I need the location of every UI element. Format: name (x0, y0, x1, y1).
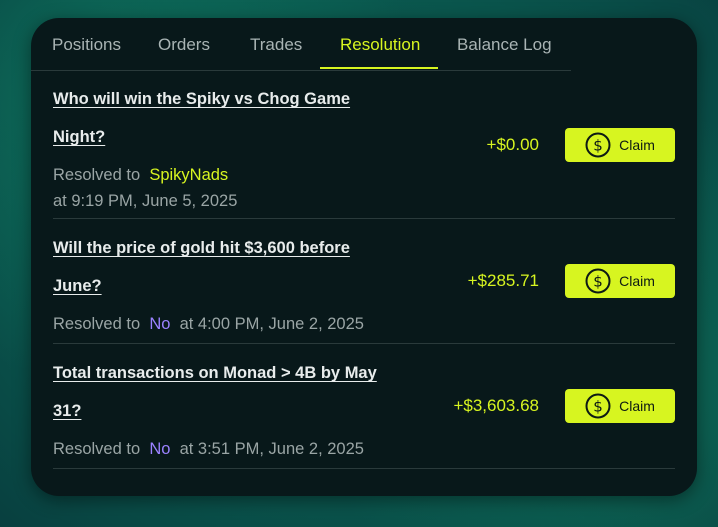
resolved-time: at 9:19 PM, June 5, 2025 (53, 192, 238, 210)
claim-button[interactable]: $ Claim (565, 389, 675, 423)
tab-balance-log[interactable]: Balance Log (457, 18, 552, 70)
resolved-line: Resolved to No at 3:51 PM, June 2, 2025 (53, 440, 364, 459)
outcome-value: No (149, 440, 171, 458)
resolution-panel: Positions Orders Trades Resolution Balan… (31, 18, 697, 496)
claim-button[interactable]: $ Claim (565, 128, 675, 162)
resolved-line: Resolved to No at 4:00 PM, June 2, 2025 (53, 315, 364, 334)
svg-text:$: $ (593, 273, 603, 291)
divider (53, 343, 675, 344)
resolved-label: Resolved to (53, 440, 141, 458)
tab-resolution[interactable]: Resolution (340, 18, 420, 70)
resolved-time: at 3:51 PM, June 2, 2025 (179, 440, 364, 458)
active-tab-indicator (320, 67, 438, 69)
question-title[interactable]: Who will win the Spiky vs Chog Game (53, 90, 350, 109)
claim-label: Claim (619, 273, 655, 289)
divider (53, 468, 675, 469)
resolved-line: Resolved to SpikyNads (53, 166, 228, 185)
tab-positions[interactable]: Positions (52, 18, 121, 70)
question-title[interactable]: Total transactions on Monad > 4B by May (53, 364, 377, 383)
dollar-coin-icon: $ (585, 132, 611, 158)
svg-text:$: $ (593, 398, 603, 416)
tab-orders[interactable]: Orders (158, 18, 210, 70)
claim-button[interactable]: $ Claim (565, 264, 675, 298)
payout-amount: +$0.00 (486, 135, 539, 154)
resolution-item: Will the price of gold hit $3,600 before… (53, 237, 675, 343)
question-title-continued[interactable]: Night? (53, 128, 105, 147)
question-title[interactable]: Will the price of gold hit $3,600 before (53, 239, 350, 258)
payout-amount: +$3,603.68 (453, 396, 539, 415)
svg-text:$: $ (593, 137, 603, 155)
tab-trades[interactable]: Trades (250, 18, 302, 70)
resolved-label: Resolved to (53, 315, 141, 333)
resolution-item: Total transactions on Monad > 4B by May … (53, 362, 675, 468)
outcome-value: SpikyNads (149, 166, 229, 184)
claim-label: Claim (619, 398, 655, 414)
tab-bar: Positions Orders Trades Resolution Balan… (31, 18, 571, 71)
resolved-time: at 4:00 PM, June 2, 2025 (179, 315, 364, 333)
dollar-coin-icon: $ (585, 393, 611, 419)
outcome-value: No (149, 315, 171, 333)
resolved-label: Resolved to (53, 166, 141, 184)
payout-amount: +$285.71 (467, 271, 539, 290)
question-title-continued[interactable]: 31? (53, 402, 81, 421)
resolution-item: Who will win the Spiky vs Chog Game Nigh… (53, 88, 675, 218)
dollar-coin-icon: $ (585, 268, 611, 294)
claim-label: Claim (619, 137, 655, 153)
question-title-continued[interactable]: June? (53, 277, 102, 296)
divider (53, 218, 675, 219)
